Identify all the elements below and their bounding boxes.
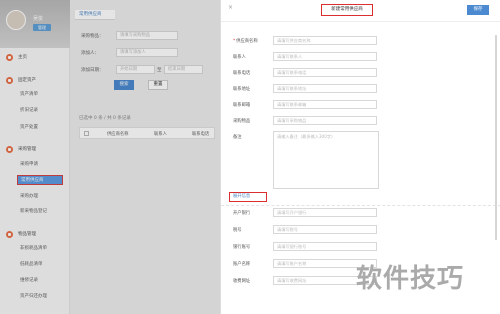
field-label-account-name: 账户名称	[233, 262, 251, 267]
field-label-contact: 联系人	[233, 55, 246, 60]
field-label-tax-number: 税号	[233, 228, 242, 233]
email-input[interactable]: 请填写联系邮箱	[273, 100, 377, 109]
expand-more-button[interactable]: 展开信息	[229, 192, 267, 202]
address-input[interactable]: 请填写联系地址	[273, 84, 377, 93]
section-divider	[221, 205, 500, 206]
bank-account-input[interactable]: 请填写银行账号	[273, 242, 377, 251]
field-label-address: 联系地址	[233, 87, 251, 92]
drawer-scrollbar[interactable]	[495, 35, 497, 240]
phone-input[interactable]: 请填写联系电话	[273, 68, 377, 77]
field-label-phone: 联系电话	[233, 71, 251, 76]
required-marker: *	[233, 39, 236, 44]
contact-input[interactable]: 请填写联系人	[273, 52, 377, 61]
watermark-text: 软件技巧	[356, 264, 465, 294]
field-label-fee-url: 收费网址	[233, 279, 251, 284]
drawer-header: × 新建常用供应商 保存	[221, 0, 500, 22]
supplier-name-input[interactable]: 请填写供应商名称	[273, 36, 377, 45]
field-label-email: 联系邮箱	[233, 103, 251, 108]
field-label-bank-account: 银行账号	[233, 245, 251, 250]
close-icon[interactable]: ×	[228, 5, 234, 11]
bank-input[interactable]: 请填写开户银行	[273, 208, 377, 217]
note-textarea[interactable]: 请输入备注（最多输入300字）	[273, 131, 379, 189]
tax-number-input[interactable]: 请填写税号	[273, 225, 377, 234]
field-label-purchase-item: 采购物品	[233, 119, 251, 124]
purchase-item-input[interactable]: 请填写采购物品	[273, 116, 377, 125]
field-label-note: 备注	[233, 135, 242, 140]
save-button[interactable]: 保存	[467, 5, 489, 15]
drawer-title: 新建常用供应商	[321, 4, 373, 16]
modal-overlay[interactable]	[0, 0, 220, 314]
field-label-supplier-name: *供应商名称	[233, 39, 258, 44]
app-window: 吴俊 管理 主页 固定资产 资产清单 折旧记录 资产处置 采购管理 采购申请 常…	[0, 0, 500, 314]
field-label-bank: 开户银行	[233, 211, 251, 216]
